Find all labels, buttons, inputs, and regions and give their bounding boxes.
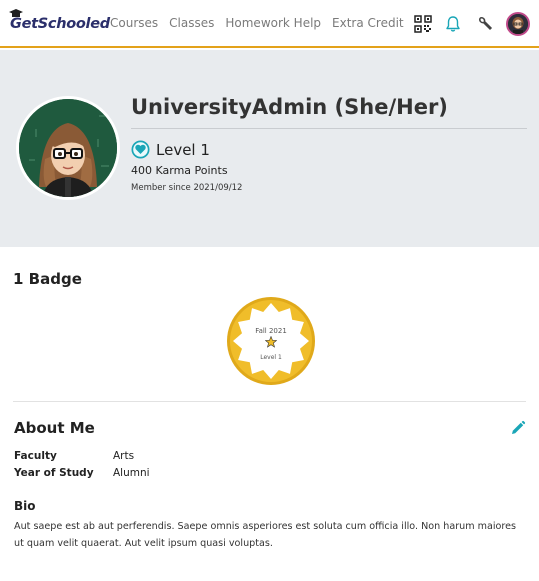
main-nav: Courses Classes Homework Help Extra Cred… bbox=[110, 16, 415, 30]
year-of-study-label: Year of Study bbox=[14, 467, 94, 479]
nav-homework-help[interactable]: Homework Help bbox=[225, 16, 321, 30]
badge-term: Fall 2021 bbox=[255, 327, 287, 335]
profile-avatar bbox=[16, 96, 120, 200]
user-avatar[interactable] bbox=[506, 12, 530, 36]
profile-name: UniversityAdmin (She/Her) bbox=[131, 95, 448, 119]
level-label: Level 1 bbox=[156, 140, 210, 159]
edit-pencil-icon[interactable] bbox=[510, 420, 526, 436]
nav-classes[interactable]: Classes bbox=[169, 16, 214, 30]
year-of-study-value: Alumni bbox=[113, 467, 150, 479]
section-divider bbox=[13, 401, 526, 402]
wrench-icon[interactable] bbox=[473, 12, 497, 36]
bio-heading: Bio bbox=[14, 499, 36, 513]
graduation-cap-icon bbox=[9, 9, 23, 17]
faculty-value: Arts bbox=[113, 450, 135, 462]
level-row: Level 1 bbox=[131, 140, 210, 159]
star-icon bbox=[265, 336, 277, 348]
faculty-label: Faculty bbox=[14, 450, 57, 462]
karma-points: 400 Karma Points bbox=[131, 164, 228, 177]
nav-courses[interactable]: Courses bbox=[110, 16, 158, 30]
qr-code-icon[interactable] bbox=[411, 12, 435, 36]
about-heading: About Me bbox=[14, 419, 95, 437]
getschooled-logo[interactable]: GetSchooled bbox=[9, 9, 110, 35]
bio-text: Aut saepe est ab aut perferendis. Saepe … bbox=[14, 521, 517, 549]
member-since: Member since 2021/09/12 bbox=[131, 183, 243, 193]
badge-level: Level 1 bbox=[260, 354, 282, 361]
heart-level-icon bbox=[131, 140, 150, 159]
nav-extra-credit[interactable]: Extra Credit bbox=[332, 16, 404, 30]
bell-icon[interactable] bbox=[441, 12, 465, 36]
profile-banner: UniversityAdmin (She/Her) Level 1 400 Ka… bbox=[0, 50, 539, 247]
name-divider bbox=[131, 128, 527, 129]
badges-heading: 1 Badge bbox=[13, 270, 82, 288]
top-navigation-bar: GetSchooled Courses Classes Homework Hel… bbox=[0, 0, 539, 48]
badge-fall-2021[interactable]: Fall 2021 Level 1 bbox=[226, 296, 316, 386]
logo-text: GetSchooled bbox=[10, 16, 110, 32]
